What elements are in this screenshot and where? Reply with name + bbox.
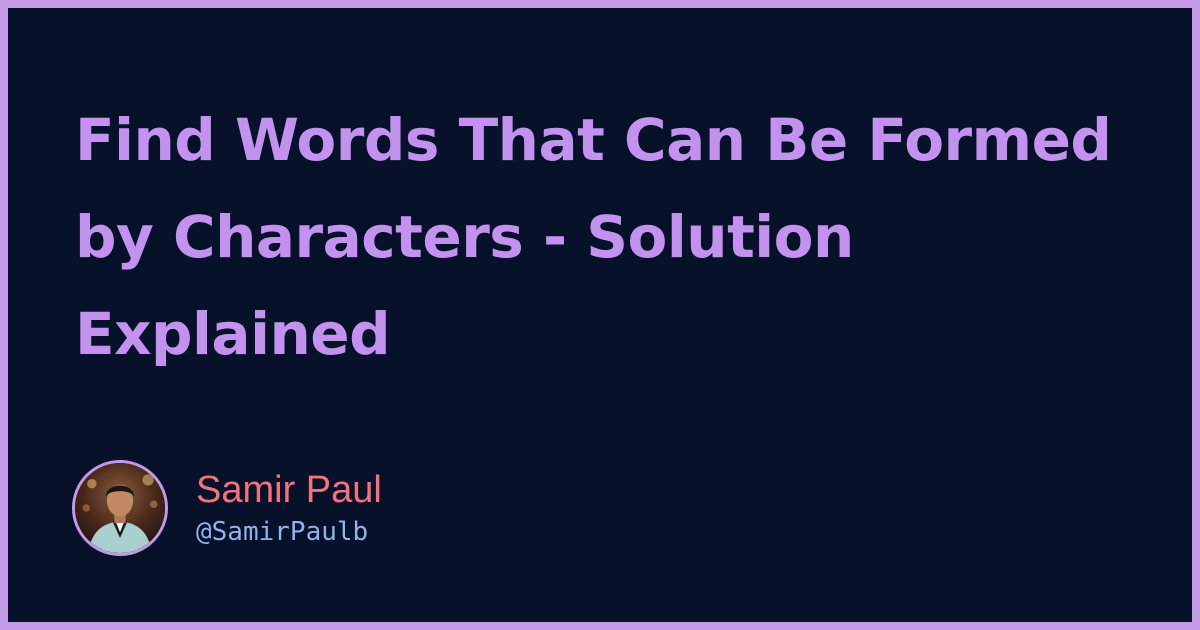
profile-photo-icon (75, 463, 165, 553)
author-name[interactable]: Samir Paul (196, 468, 382, 512)
author-info: Samir Paul @SamirPaulb (196, 468, 382, 548)
author-avatar (72, 460, 168, 556)
article-title: Find Words That Can Be Formed by Charact… (75, 106, 1112, 368)
preview-card: Find Words That Can Be Formed by Charact… (8, 8, 1192, 622)
author-block: Samir Paul @SamirPaulb (72, 458, 382, 558)
author-handle[interactable]: @SamirPaulb (196, 516, 382, 548)
